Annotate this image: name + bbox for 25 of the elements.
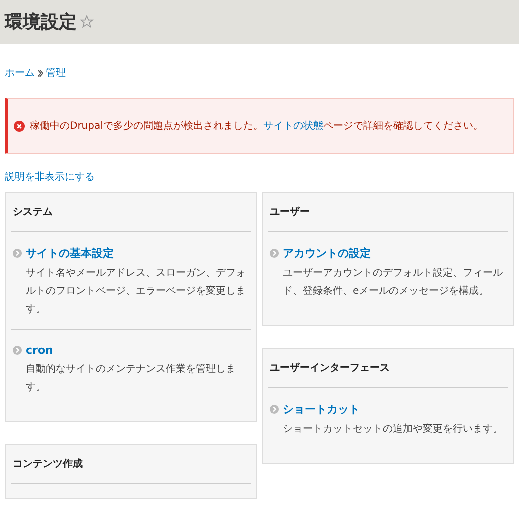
chevron-icon <box>13 249 22 258</box>
status-link[interactable]: サイトの状態 <box>263 121 324 132</box>
separator-icon <box>38 70 43 76</box>
breadcrumb-link[interactable]: ホーム <box>5 66 35 80</box>
item-description: ショートカットセットの追加や変更を行います。 <box>283 422 504 437</box>
error-text: 稼働中のDrupalで多少の問題点が検出されました。サイトの状態ページで詳細を確認してください。 <box>30 120 484 133</box>
settings-link[interactable]: アカウントの設定 <box>283 246 371 261</box>
item-description: サイト名やメールアドレス、スローガン、デフォルトのフロントページ、エラーページを変更します。 <box>26 267 247 317</box>
item-description: ユーザーアカウントのデフォルト設定、フィールド、登録条件、eメールのメッセージを構成。 <box>283 266 504 299</box>
page-title: 環境設定 <box>5 11 77 34</box>
star-icon[interactable] <box>80 15 94 29</box>
breadcrumb-link[interactable]: 管理 <box>46 66 66 80</box>
panel-title: コンテンツ作成 <box>11 445 251 484</box>
panel-title: ユーザーインターフェース <box>268 349 508 388</box>
hide-descriptions-link[interactable]: 説明を非表示にする <box>5 170 95 184</box>
panel-title: システム <box>11 193 251 232</box>
panel-title: ユーザー <box>268 193 508 232</box>
settings-link[interactable]: ショートカット <box>283 402 360 417</box>
settings-link[interactable]: cron <box>26 344 54 357</box>
item-description: 自動的なサイトのメンテナンス作業を管理します。 <box>26 362 237 395</box>
error-icon <box>14 120 25 132</box>
settings-link[interactable]: サイトの基本設定 <box>26 246 114 261</box>
chevron-icon <box>270 405 279 414</box>
chevron-icon <box>13 346 22 355</box>
chevron-icon <box>270 249 279 258</box>
